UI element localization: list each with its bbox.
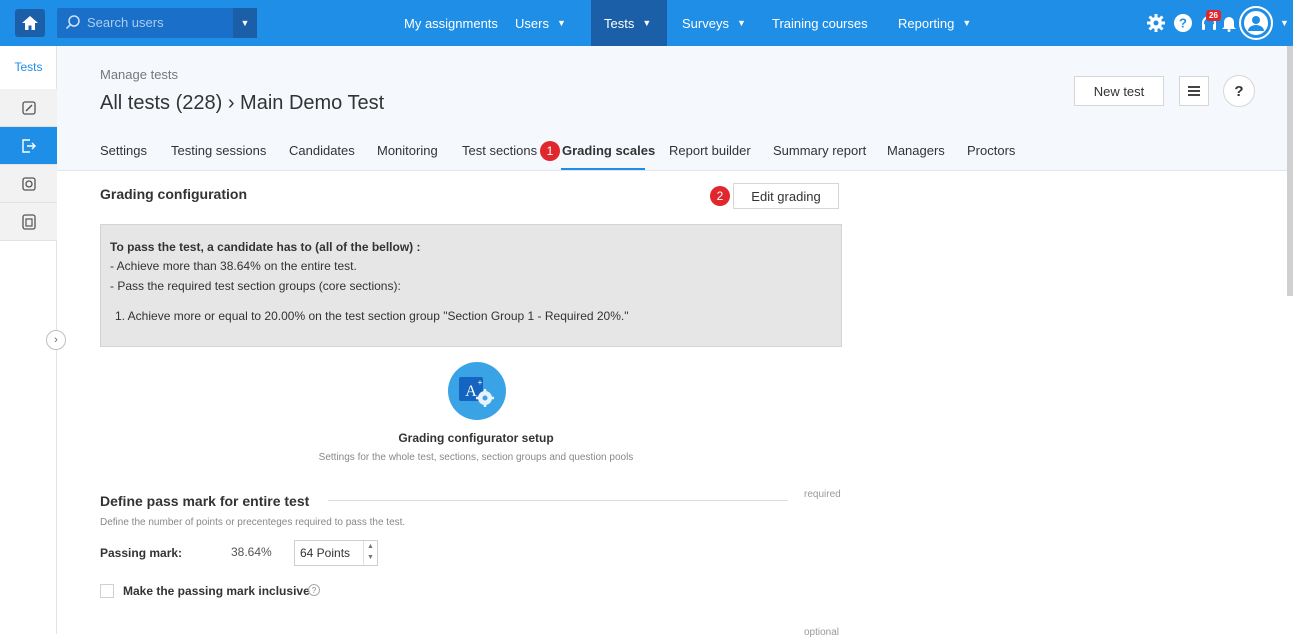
required-label: required — [804, 489, 841, 500]
page-title: All tests (228) › Main Demo Test — [100, 92, 385, 114]
notification-bell-icon[interactable] — [1218, 12, 1240, 34]
summary-heading: To pass the test, a candidate has to (al… — [110, 240, 421, 254]
rail-title: Tests — [14, 60, 43, 74]
svg-text:+: + — [478, 378, 483, 387]
help-tooltip-icon[interactable]: ? — [308, 584, 320, 596]
copy-icon — [21, 213, 36, 230]
summary-line: - Pass the required test section groups … — [110, 279, 401, 293]
nav-my-assignments[interactable]: My assignments — [391, 0, 511, 46]
inclusive-checkbox[interactable] — [100, 584, 114, 598]
caret-down-icon: ▼ — [736, 18, 746, 28]
home-button[interactable] — [15, 9, 45, 37]
caret-down-icon: ▼ — [556, 18, 566, 28]
number-spinner[interactable]: ▲ ▼ — [363, 541, 377, 565]
tab-managers[interactable]: Managers — [887, 143, 945, 158]
tab-test-sections[interactable]: Test sections — [462, 143, 537, 158]
svg-text:?: ? — [1179, 16, 1187, 31]
nav-label: Users — [515, 15, 549, 31]
spin-up-icon[interactable]: ▲ — [367, 543, 374, 550]
chevron-right-icon: › — [54, 334, 58, 346]
pass-mark-description: Define the number of points or precenteg… — [100, 517, 406, 528]
summary-list-item: 1. Achieve more or equal to 20.00% on th… — [115, 309, 629, 323]
tab-grading-scales[interactable]: Grading scales — [562, 143, 655, 158]
menu-button[interactable] — [1179, 76, 1209, 106]
tab-testing-sessions[interactable]: Testing sessions — [171, 143, 266, 158]
spin-down-icon[interactable]: ▼ — [367, 554, 374, 561]
export-icon — [21, 138, 36, 153]
hamburger-icon — [1188, 86, 1200, 96]
nav-label: My assignments — [404, 15, 498, 31]
search-input[interactable]: Search users — [87, 15, 164, 30]
nav-label: Training courses — [772, 15, 868, 31]
tab-settings[interactable]: Settings — [100, 143, 147, 158]
breadcrumb-parent[interactable]: Manage tests — [100, 67, 178, 82]
search-icon — [65, 14, 81, 35]
caret-down-icon: ▼ — [642, 18, 652, 28]
top-navbar: Search users ▼ My assignments Users ▼ Tes… — [0, 0, 1293, 46]
passing-mark-input[interactable]: 64 Points ▲ ▼ — [294, 540, 378, 566]
user-icon — [1244, 11, 1268, 35]
nav-tests[interactable]: Tests ▼ — [591, 0, 667, 46]
nav-label: Reporting — [898, 15, 955, 31]
nav-training-courses[interactable]: Training courses — [759, 0, 881, 46]
help-circle-icon[interactable]: ? — [1172, 12, 1194, 34]
tab-proctors[interactable]: Proctors — [967, 143, 1015, 158]
tab-report-builder[interactable]: Report builder — [669, 143, 751, 158]
configurator-subtitle: Settings for the whole test, sections, s… — [318, 452, 634, 463]
user-avatar[interactable] — [1239, 6, 1273, 40]
nav-label: Tests — [604, 15, 635, 31]
step-marker-1: 1 — [540, 141, 560, 161]
rail-item-copy[interactable] — [0, 203, 57, 241]
page-scrollbar[interactable] — [1287, 46, 1293, 296]
nav-users[interactable]: Users ▼ — [502, 0, 579, 46]
grading-configuration-title: Grading configuration — [100, 186, 247, 202]
configurator-title: Grading configurator setup — [398, 431, 554, 445]
passing-mark-value[interactable]: 64 Points — [300, 546, 350, 560]
circle-square-icon — [21, 176, 36, 191]
rail-item-export[interactable] — [0, 127, 57, 165]
grading-configurator-icon[interactable]: A + — [448, 362, 506, 420]
search-box[interactable]: Search users ▼ — [57, 8, 257, 38]
chevron-down-icon: ▼ — [240, 18, 250, 28]
svg-text:A: A — [465, 383, 477, 400]
tab-candidates[interactable]: Candidates — [289, 143, 355, 158]
passing-mark-label: Passing mark: — [100, 546, 183, 560]
notification-badge: 26 — [1206, 10, 1221, 21]
pass-mark-title: Define pass mark for entire test — [100, 493, 310, 509]
new-test-button[interactable]: New test — [1074, 76, 1164, 106]
edit-grading-button[interactable]: Edit grading — [733, 183, 839, 209]
help-button[interactable]: ? — [1223, 75, 1255, 107]
summary-line: - Achieve more than 38.64% on the entire… — [110, 259, 357, 273]
rail-item-circle-square[interactable] — [0, 165, 57, 203]
inclusive-label: Make the passing mark inclusive — [123, 584, 310, 598]
optional-label: optional — [804, 627, 840, 638]
nav-label: Surveys — [682, 15, 729, 31]
tab-summary-report[interactable]: Summary report — [773, 143, 866, 158]
passing-mark-percent: 38.64% — [231, 545, 272, 559]
search-dropdown-button[interactable]: ▼ — [233, 8, 257, 38]
nav-reporting[interactable]: Reporting ▼ — [885, 0, 984, 46]
expand-rail-button[interactable]: › — [46, 330, 66, 350]
section-divider — [328, 500, 788, 501]
page-header: Manage tests All tests (228) › Main Demo… — [57, 46, 1293, 171]
caret-down-icon: ▼ — [962, 18, 972, 28]
tab-monitoring[interactable]: Monitoring — [377, 143, 438, 158]
nav-surveys[interactable]: Surveys ▼ — [669, 0, 759, 46]
caret-down-icon[interactable]: ▼ — [1280, 18, 1289, 28]
settings-gear-icon[interactable] — [1145, 12, 1167, 34]
grading-summary-box: To pass the test, a candidate has to (al… — [100, 224, 842, 347]
home-icon — [22, 16, 38, 30]
active-tab-indicator — [561, 168, 645, 170]
edit-icon — [21, 100, 36, 115]
rail-item-edit[interactable] — [0, 89, 57, 127]
step-marker-2: 2 — [710, 186, 730, 206]
